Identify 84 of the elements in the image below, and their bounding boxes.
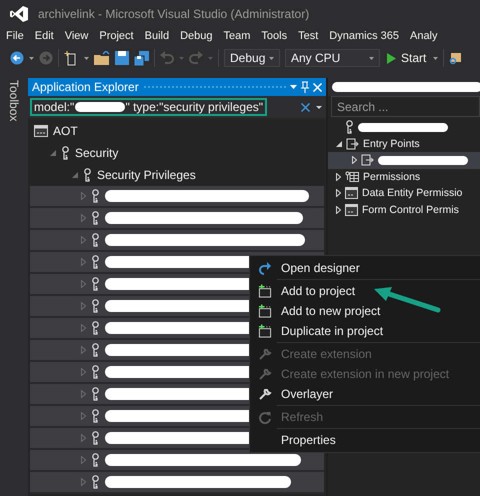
key-icon — [91, 189, 100, 203]
key-icon — [91, 431, 100, 445]
dropdown-icon[interactable] — [290, 85, 297, 89]
add-item-icon — [258, 284, 272, 298]
menu-item[interactable]: Add to project — [250, 281, 480, 301]
toolbox-tab[interactable]: Toolbox — [7, 78, 21, 122]
key-icon — [91, 343, 100, 357]
menu-item[interactable]: View — [64, 30, 88, 42]
key-icon — [91, 211, 100, 225]
menu-item[interactable]: Dynamics 365 — [329, 30, 399, 42]
clear-icon[interactable] — [301, 102, 310, 112]
menu-item[interactable]: Add to new project — [250, 301, 480, 321]
key-icon — [91, 277, 100, 291]
menu-item[interactable]: Open designer — [250, 258, 480, 278]
save-icon[interactable] — [115, 51, 129, 65]
search-field[interactable]: model:" " type:"security privileges" — [30, 98, 267, 116]
window-icon — [34, 125, 48, 137]
dropdown-icon[interactable] — [84, 56, 89, 60]
save-all-icon[interactable] — [134, 50, 149, 66]
key-icon — [345, 120, 354, 134]
tree-item[interactable]: Security — [75, 146, 118, 160]
menu-item[interactable]: Team — [224, 30, 250, 42]
caret-icon — [369, 56, 374, 60]
tree-item[interactable]: Form Control Permis — [362, 204, 459, 216]
entry-point-icon — [361, 154, 374, 166]
window-title: archivelink - Microsoft Visual Studio (Administrator) — [38, 7, 310, 21]
key-icon — [91, 299, 100, 313]
menu-item[interactable]: Duplicate in project — [250, 321, 480, 341]
menu-item[interactable]: Build — [144, 30, 170, 42]
redo-icon[interactable] — [189, 51, 203, 65]
key-icon — [91, 475, 100, 489]
window-icon — [345, 204, 358, 216]
back-icon[interactable] — [10, 51, 24, 65]
play-icon — [387, 52, 396, 64]
platform-dropdown[interactable]: Any CPU — [285, 49, 380, 67]
dropdown-icon[interactable] — [316, 106, 322, 108]
menu-item[interactable]: Project — [99, 30, 134, 42]
key-icon — [91, 255, 100, 269]
grid-icon — [345, 170, 359, 183]
menu-item[interactable]: Edit — [34, 30, 54, 42]
logo-icon — [10, 6, 28, 22]
window-icon — [345, 187, 358, 200]
menu-item[interactable]: File — [6, 30, 24, 42]
menu-item[interactable]: Tools — [261, 30, 288, 42]
wrench-icon — [258, 347, 272, 361]
key-icon — [91, 233, 100, 247]
key-icon — [61, 146, 70, 160]
menu-item[interactable]: Debug — [180, 30, 212, 42]
add-item-icon — [258, 324, 272, 338]
menu-item[interactable]: Analy — [410, 30, 438, 42]
wrench-icon — [258, 387, 272, 401]
tree-item[interactable]: Data Entity Permissio — [362, 187, 462, 200]
configuration-dropdown[interactable]: Debug — [224, 49, 280, 67]
search-field[interactable]: Search ... — [331, 96, 480, 117]
tree-item[interactable]: Permissions — [363, 170, 420, 183]
key-icon — [91, 409, 100, 423]
key-icon — [91, 387, 100, 401]
entry-point-icon — [346, 138, 359, 150]
folder-icon[interactable] — [94, 51, 110, 65]
dropdown-icon[interactable] — [433, 56, 438, 60]
pin-icon[interactable] — [301, 81, 309, 93]
tree-item[interactable]: Entry Points — [363, 138, 420, 150]
expanded-arrow-icon[interactable] — [336, 140, 342, 147]
menu-item[interactable]: Test — [298, 30, 318, 42]
add-item-icon — [258, 304, 272, 318]
folder-search-icon[interactable] — [449, 51, 464, 65]
dropdown-icon[interactable] — [29, 56, 34, 60]
panel-title: Application Explorer — [32, 80, 139, 94]
tree-item[interactable]: AOT — [53, 124, 78, 138]
redo-arrow-icon — [258, 262, 272, 274]
caret-icon — [269, 56, 274, 60]
key-icon — [83, 168, 92, 182]
close-icon[interactable] — [313, 82, 322, 92]
key-icon — [91, 365, 100, 379]
wrench-icon — [258, 367, 272, 381]
undo-icon[interactable] — [160, 51, 174, 65]
key-icon — [91, 321, 100, 335]
start-button[interactable]: Start — [385, 51, 428, 65]
refresh-icon — [258, 410, 272, 424]
menu-item[interactable]: Overlayer — [250, 384, 480, 404]
tree-item[interactable]: Security Privileges — [97, 168, 196, 182]
menu-item[interactable]: Properties — [250, 430, 480, 450]
forward-icon[interactable] — [39, 51, 53, 65]
key-icon — [91, 453, 100, 467]
